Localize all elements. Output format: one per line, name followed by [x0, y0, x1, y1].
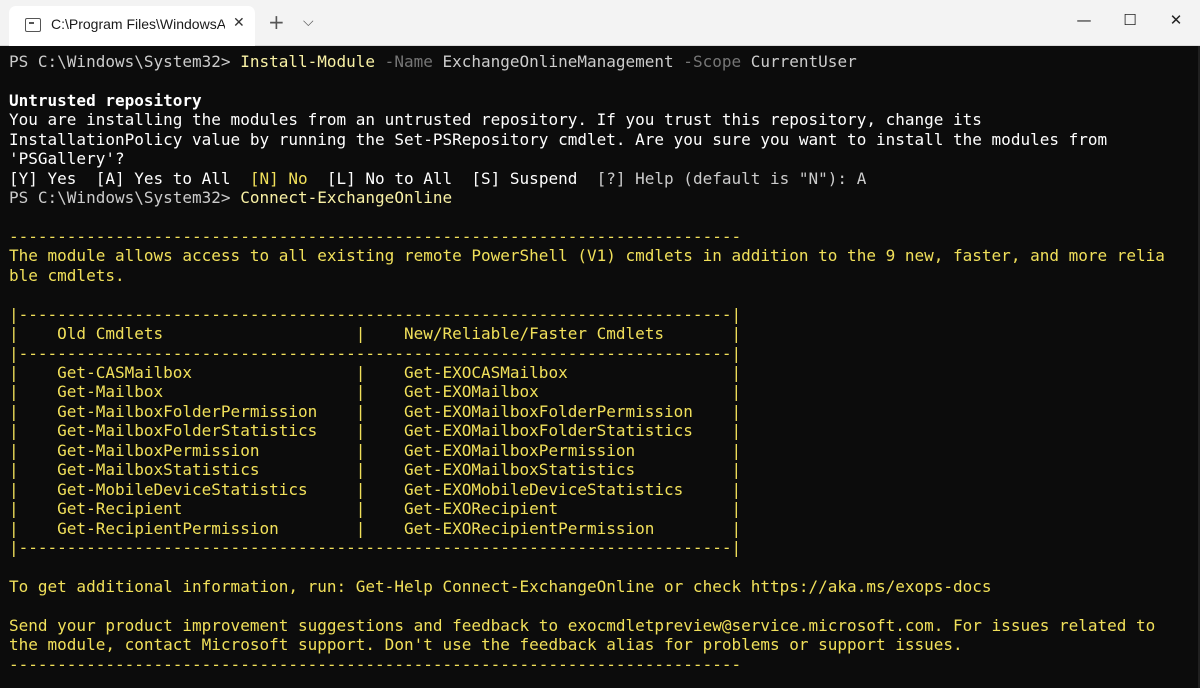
- table-row: | Get-Mailbox | Get-EXOMailbox |: [9, 382, 742, 402]
- parameter: -Scope: [673, 52, 742, 71]
- table-border: |---------------------------------------…: [9, 343, 742, 363]
- prompt-options: [Y] Yes [A] Yes to All [N] No [L] No to …: [9, 169, 1195, 188]
- argument: CurrentUser: [741, 52, 857, 71]
- table-border: |---------------------------------------…: [9, 537, 742, 557]
- table-header: | Old Cmdlets | New/Reliable/Faster Cmdl…: [9, 324, 742, 344]
- module-info: The module allows access to all existing…: [9, 246, 1165, 266]
- dash-separator: ----------------------------------------…: [9, 654, 742, 674]
- table-row: | Get-MailboxFolderStatistics | Get-EXOM…: [9, 421, 742, 441]
- minimize-button[interactable]: —: [1061, 0, 1107, 40]
- command-name: Connect-ExchangeOnline: [240, 188, 453, 208]
- untrusted-text: 'PSGallery'?: [9, 149, 125, 169]
- tab-close-icon[interactable]: ✕: [233, 15, 245, 31]
- feedback-text: the module, contact Microsoft support. D…: [9, 635, 963, 655]
- untrusted-text: InstallationPolicy value by running the …: [9, 129, 1108, 149]
- command-name: Install-Module: [240, 52, 376, 71]
- table-row: | Get-MailboxFolderPermission | Get-EXOM…: [9, 401, 742, 421]
- option-yes: [Y] Yes [A] Yes to All: [9, 168, 250, 188]
- new-tab-button[interactable]: +: [268, 10, 285, 34]
- table-row: | Get-CASMailbox | Get-EXOCASMailbox |: [9, 363, 742, 382]
- table-row: | Get-MailboxPermission | Get-EXOMailbox…: [9, 440, 742, 460]
- command-line-connect: PS C:\Windows\System32> Connect-Exchange…: [9, 188, 1195, 207]
- option-no: [N] No: [249, 168, 308, 188]
- prompt: PS C:\Windows\System32>: [9, 52, 241, 71]
- close-button[interactable]: ✕: [1153, 0, 1199, 40]
- module-info: ble cmdlets.: [9, 265, 125, 285]
- option-rest: [L] No to All [S] Suspend: [307, 168, 597, 188]
- argument: ExchangeOnlineManagement: [432, 52, 674, 71]
- terminal-tab[interactable]: C:\Program Files\WindowsApps\Microsoft.W…: [9, 6, 255, 46]
- feedback-text: Send your product improvement suggestion…: [9, 615, 1156, 635]
- table-row: | Get-Recipient | Get-EXORecipient |: [9, 499, 742, 519]
- terminal-icon: [25, 18, 41, 32]
- untrusted-text: You are installing the modules from an u…: [9, 110, 982, 130]
- maximize-button[interactable]: ☐: [1107, 0, 1153, 40]
- dash-separator: ----------------------------------------…: [9, 226, 742, 246]
- option-help: [?] Help (default is "N"): A: [596, 168, 867, 188]
- table-row: | Get-RecipientPermission | Get-EXORecip…: [9, 518, 742, 538]
- info-line: To get additional information, run: Get-…: [9, 576, 992, 596]
- dropdown-chevron-icon[interactable]: ⌵: [303, 14, 314, 30]
- prompt: PS C:\Windows\System32>: [9, 188, 241, 208]
- tab-title: C:\Program Files\WindowsApps\Microsoft.W…: [51, 16, 225, 32]
- title-bar: C:\Program Files\WindowsApps\Microsoft.W…: [0, 0, 1200, 46]
- table-border: |---------------------------------------…: [9, 304, 742, 324]
- untrusted-title: Untrusted repository: [9, 90, 202, 110]
- terminal-output[interactable]: PS C:\Windows\System32> Install-Module -…: [9, 52, 1195, 674]
- parameter: -Name: [375, 52, 433, 71]
- command-line-install: PS C:\Windows\System32> Install-Module -…: [9, 52, 1195, 71]
- table-row: | Get-MailboxStatistics | Get-EXOMailbox…: [9, 460, 742, 480]
- table-row: | Get-MobileDeviceStatistics | Get-EXOMo…: [9, 479, 742, 499]
